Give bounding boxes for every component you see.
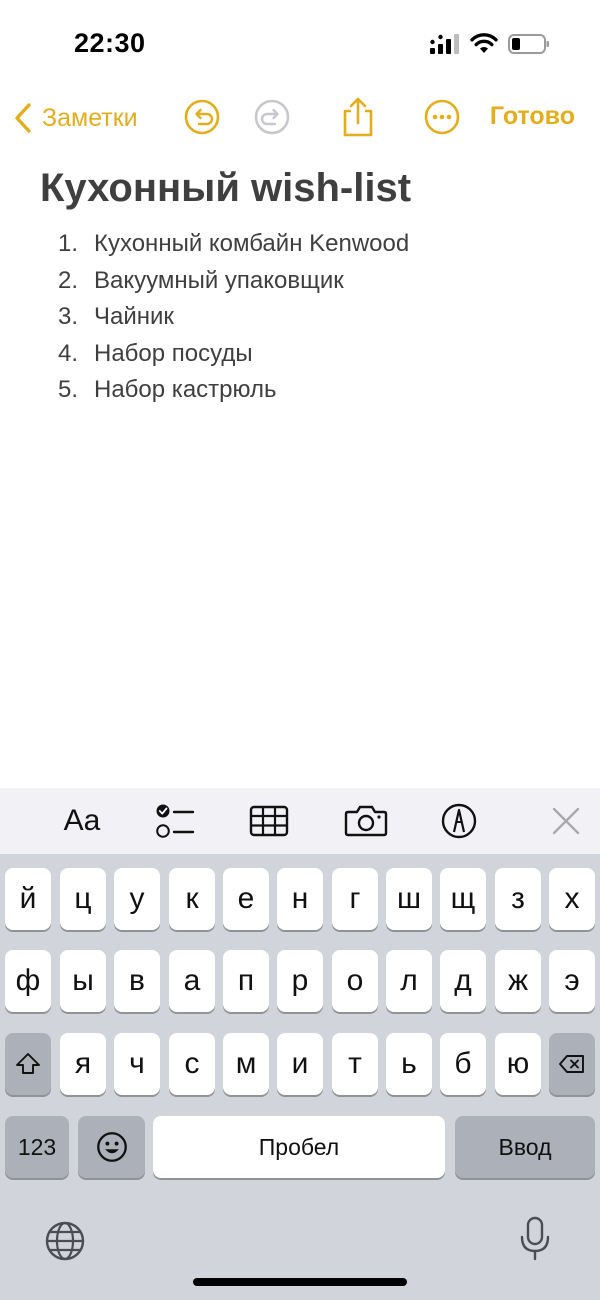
key-я[interactable]: я — [60, 1033, 106, 1095]
key-в[interactable]: в — [114, 950, 160, 1012]
key-у[interactable]: у — [114, 868, 160, 930]
done-button[interactable]: Готово — [490, 102, 575, 131]
keyboard: й ц у к е н г ш щ з х ф ы в а п р о л д … — [0, 854, 600, 1300]
key-к[interactable]: к — [169, 868, 215, 930]
key-г[interactable]: г — [332, 868, 378, 930]
key-ф[interactable]: ф — [5, 950, 51, 1012]
key-с[interactable]: с — [169, 1033, 215, 1095]
key-ч[interactable]: ч — [114, 1033, 160, 1095]
key-о[interactable]: о — [332, 950, 378, 1012]
notes-toolbar: Заметки Готово — [0, 90, 600, 146]
key-х[interactable]: х — [549, 868, 595, 930]
key-ж[interactable]: ж — [495, 950, 541, 1012]
camera-icon — [344, 805, 388, 837]
more-icon — [424, 99, 460, 135]
undo-icon — [184, 99, 220, 135]
back-button[interactable]: Заметки — [12, 98, 138, 138]
list-item[interactable]: 3. Чайник — [40, 299, 580, 336]
checklist-button[interactable] — [154, 798, 196, 844]
markup-icon — [441, 803, 477, 839]
key-п[interactable]: п — [223, 950, 269, 1012]
key-ю[interactable]: ю — [495, 1033, 541, 1095]
key-ы[interactable]: ы — [60, 950, 106, 1012]
list-item-number: 3. — [58, 303, 79, 330]
key-э[interactable]: э — [549, 950, 595, 1012]
key-й[interactable]: й — [5, 868, 51, 930]
delete-key[interactable] — [549, 1033, 595, 1095]
key-м[interactable]: м — [223, 1033, 269, 1095]
space-key[interactable]: Пробел — [153, 1116, 445, 1178]
key-ц[interactable]: ц — [60, 868, 106, 930]
numbers-key[interactable]: 123 — [5, 1116, 69, 1178]
keyboard-accessory-toolbar: Aa — [0, 788, 600, 854]
emoji-key[interactable] — [78, 1116, 145, 1178]
chevron-left-icon — [15, 103, 31, 133]
shift-icon — [16, 1053, 40, 1074]
key-ь[interactable]: ь — [386, 1033, 432, 1095]
key-и[interactable]: и — [277, 1033, 323, 1095]
note-editor[interactable]: Кухонный wish-list 1. Кухонный комбайн Ke… — [40, 160, 580, 409]
globe-button[interactable] — [44, 1220, 86, 1262]
key-н[interactable]: н — [277, 868, 323, 930]
close-icon — [552, 807, 580, 835]
checklist-icon — [156, 804, 195, 838]
key-е[interactable]: е — [223, 868, 269, 930]
backspace-icon — [559, 1055, 584, 1073]
note-numbered-list: 1. Кухонный комбайн Kenwood 2. Вакуумный у… — [40, 226, 580, 409]
table-button[interactable] — [248, 798, 290, 844]
markup-button[interactable] — [438, 798, 480, 844]
wifi-icon — [470, 33, 498, 53]
table-icon — [249, 805, 289, 837]
list-item-text: Вакуумный упаковщик — [94, 266, 344, 294]
key-ш[interactable]: ш — [386, 868, 432, 930]
list-item-text: Кухонный комбайн Kenwood — [94, 230, 410, 257]
home-indicator[interactable] — [193, 1278, 407, 1286]
list-item-number: 4. — [58, 339, 79, 367]
status-bar: 22:30 — [0, 0, 600, 90]
format-button[interactable]: Aa — [58, 798, 106, 844]
close-keyboard-button[interactable] — [550, 798, 582, 844]
undo-button[interactable] — [182, 96, 222, 138]
key-л[interactable]: л — [386, 950, 432, 1012]
more-button[interactable] — [422, 96, 462, 138]
battery-icon — [508, 34, 549, 54]
share-button[interactable] — [338, 96, 378, 138]
key-т[interactable]: т — [332, 1033, 378, 1095]
list-item-number: 2. — [58, 266, 79, 294]
redo-icon — [254, 99, 290, 135]
list-item[interactable]: 1. Кухонный комбайн Kenwood — [40, 226, 580, 263]
list-item[interactable]: 5. Набор кастрюль — [40, 372, 580, 409]
key-а[interactable]: а — [169, 950, 215, 1012]
microphone-icon — [520, 1216, 550, 1261]
globe-icon — [45, 1221, 85, 1261]
list-item-number: 1. — [58, 230, 79, 257]
redo-button[interactable] — [252, 96, 292, 138]
list-item[interactable]: 4. Набор посуды — [40, 336, 580, 373]
emoji-icon — [96, 1132, 127, 1162]
list-item-number: 5. — [58, 376, 79, 403]
key-д[interactable]: д — [440, 950, 486, 1012]
cellular-signal-icon — [430, 34, 459, 54]
list-item-text: Чайник — [94, 303, 174, 330]
return-key[interactable]: Ввод — [455, 1116, 595, 1178]
key-щ[interactable]: щ — [440, 868, 486, 930]
list-item[interactable]: 2. Вакуумный упаковщик — [40, 263, 580, 300]
key-з[interactable]: з — [495, 868, 541, 930]
dictation-button[interactable] — [518, 1216, 552, 1262]
note-title[interactable]: Кухонный wish-list — [40, 160, 580, 216]
key-б[interactable]: б — [440, 1033, 486, 1095]
list-item-text: Набор кастрюль — [94, 376, 277, 403]
key-р[interactable]: р — [277, 950, 323, 1012]
camera-button[interactable] — [343, 798, 389, 844]
back-button-label: Заметки — [42, 103, 138, 132]
shift-key[interactable] — [5, 1033, 51, 1095]
share-icon — [343, 97, 373, 137]
status-time: 22:30 — [74, 28, 146, 58]
list-item-text: Набор посуды — [94, 339, 253, 367]
